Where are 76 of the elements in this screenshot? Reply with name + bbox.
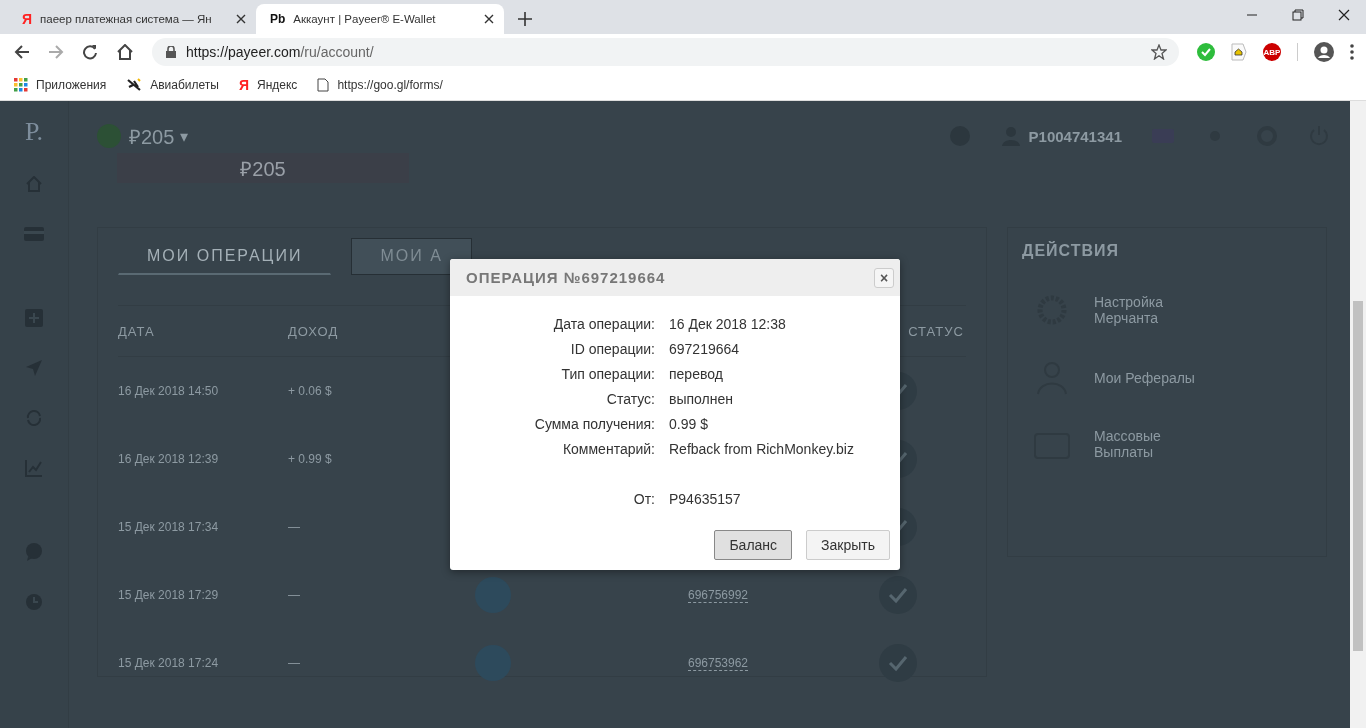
favicon-icon: Я: [22, 11, 33, 27]
back-icon[interactable]: [14, 44, 30, 60]
column-header: ДОХОД: [288, 323, 340, 339]
bookmark[interactable]: https://goo.gl/forms/: [317, 78, 443, 92]
field-value: 16 Дек 2018 12:38: [669, 315, 786, 334]
field-value: выполнен: [669, 390, 733, 409]
menu-icon[interactable]: [1350, 44, 1354, 60]
caret-icon[interactable]: ▾: [180, 126, 189, 146]
field-label: От:: [632, 490, 655, 509]
check-extension-icon[interactable]: [1197, 43, 1215, 61]
close-icon[interactable]: [484, 14, 494, 24]
apps-grid-icon: [14, 78, 28, 92]
field-label: Статус:: [605, 390, 655, 409]
forward-icon[interactable]: [48, 44, 64, 60]
scrollbar[interactable]: [1350, 101, 1366, 728]
field-value: Refback from RichMonkey.biz: [669, 440, 854, 459]
reload-icon[interactable]: [82, 44, 98, 60]
table-cell-text: 15 Дек 2018 17:34: [118, 520, 220, 534]
table-cell-text: + 0.06 $: [288, 384, 333, 398]
browser-tab[interactable]: Pb Аккаунт | Payeer® E-Wallet: [256, 4, 504, 34]
close-icon[interactable]: [1338, 9, 1350, 21]
column-header: СТАТУС: [907, 323, 965, 339]
operation-link[interactable]: 696753962: [687, 655, 749, 671]
column-header: ДАТА: [118, 323, 156, 339]
bookmark[interactable]: Я Яндекс: [238, 77, 298, 93]
address-bar[interactable]: https://payeer.com/ru/account/: [152, 38, 1179, 66]
table-cell-text: 15 Дек 2018 17:29: [118, 588, 220, 602]
account-number[interactable]: P1004741341: [1028, 127, 1122, 145]
favicon-icon: Pb: [270, 12, 286, 26]
table-cell-text: 15 Дек 2018 17:24: [118, 656, 220, 670]
dialog-button[interactable]: Закрыть: [806, 530, 890, 560]
table-cell-text: 16 Дек 2018 12:39: [118, 452, 220, 466]
operation-link[interactable]: 696756992: [687, 587, 749, 603]
close-button[interactable]: ×: [874, 267, 894, 288]
lock-icon: [166, 46, 176, 58]
action-item[interactable]: Мои Рефералы: [1022, 354, 1312, 402]
section-tab[interactable]: МОИ ОПЕРАЦИИ: [118, 238, 332, 275]
logo: P.: [24, 117, 44, 147]
field-label: Сумма получения:: [533, 415, 655, 434]
tab-title: паеер платежная система — Ян: [40, 13, 213, 25]
star-icon[interactable]: [1151, 44, 1167, 60]
tab-title: Аккаунт | Payeer® E-Wallet: [293, 13, 437, 25]
adblock-extension-icon[interactable]: ABP: [1263, 43, 1281, 61]
field-label: ID операции:: [569, 340, 655, 359]
dialog-button[interactable]: Баланс: [714, 530, 793, 560]
table-cell-text: —: [288, 520, 301, 534]
balance-bar: ₽205: [117, 153, 409, 183]
field-label: Тип операции:: [560, 365, 655, 384]
panel-title: ДЕЙСТВИЯ: [1022, 242, 1121, 260]
balance-selector[interactable]: ₽205: [129, 122, 175, 150]
table-cell-text: 16 Дек 2018 14:50: [118, 384, 220, 398]
action-item[interactable]: Массовые Выплаты: [1022, 422, 1312, 466]
yandex-icon: Я: [238, 77, 249, 93]
airplane-icon: [126, 77, 143, 93]
bookmark[interactable]: Авиабилеты: [126, 77, 219, 93]
url-text: https://payeer.com/ru/account/: [186, 44, 375, 60]
field-value: перевод: [669, 365, 723, 384]
browser-tab[interactable]: Я паеер платежная система — Ян: [8, 4, 256, 34]
close-icon[interactable]: [236, 14, 246, 24]
table-cell-text: —: [288, 588, 301, 602]
bookmark[interactable]: Приложения: [14, 78, 107, 92]
profile-icon[interactable]: [1314, 42, 1334, 62]
field-value: P94635157: [669, 490, 741, 509]
status-check-icon: [879, 576, 917, 614]
field-value: 0.99 $: [669, 415, 708, 434]
table-cell-text: —: [288, 656, 301, 670]
page-icon: [317, 78, 330, 92]
field-label: Комментарий:: [561, 440, 655, 459]
house-extension-icon[interactable]: [1231, 43, 1247, 61]
table-cell-text: + 0.99 $: [288, 452, 333, 466]
field-value: 697219664: [669, 340, 740, 359]
field-label: Дата операции:: [552, 315, 655, 334]
new-tab-icon[interactable]: [518, 12, 532, 26]
action-item[interactable]: Настройка Мерчанта: [1022, 286, 1312, 334]
restore-icon[interactable]: [1292, 9, 1304, 21]
home-icon[interactable]: [116, 44, 134, 60]
